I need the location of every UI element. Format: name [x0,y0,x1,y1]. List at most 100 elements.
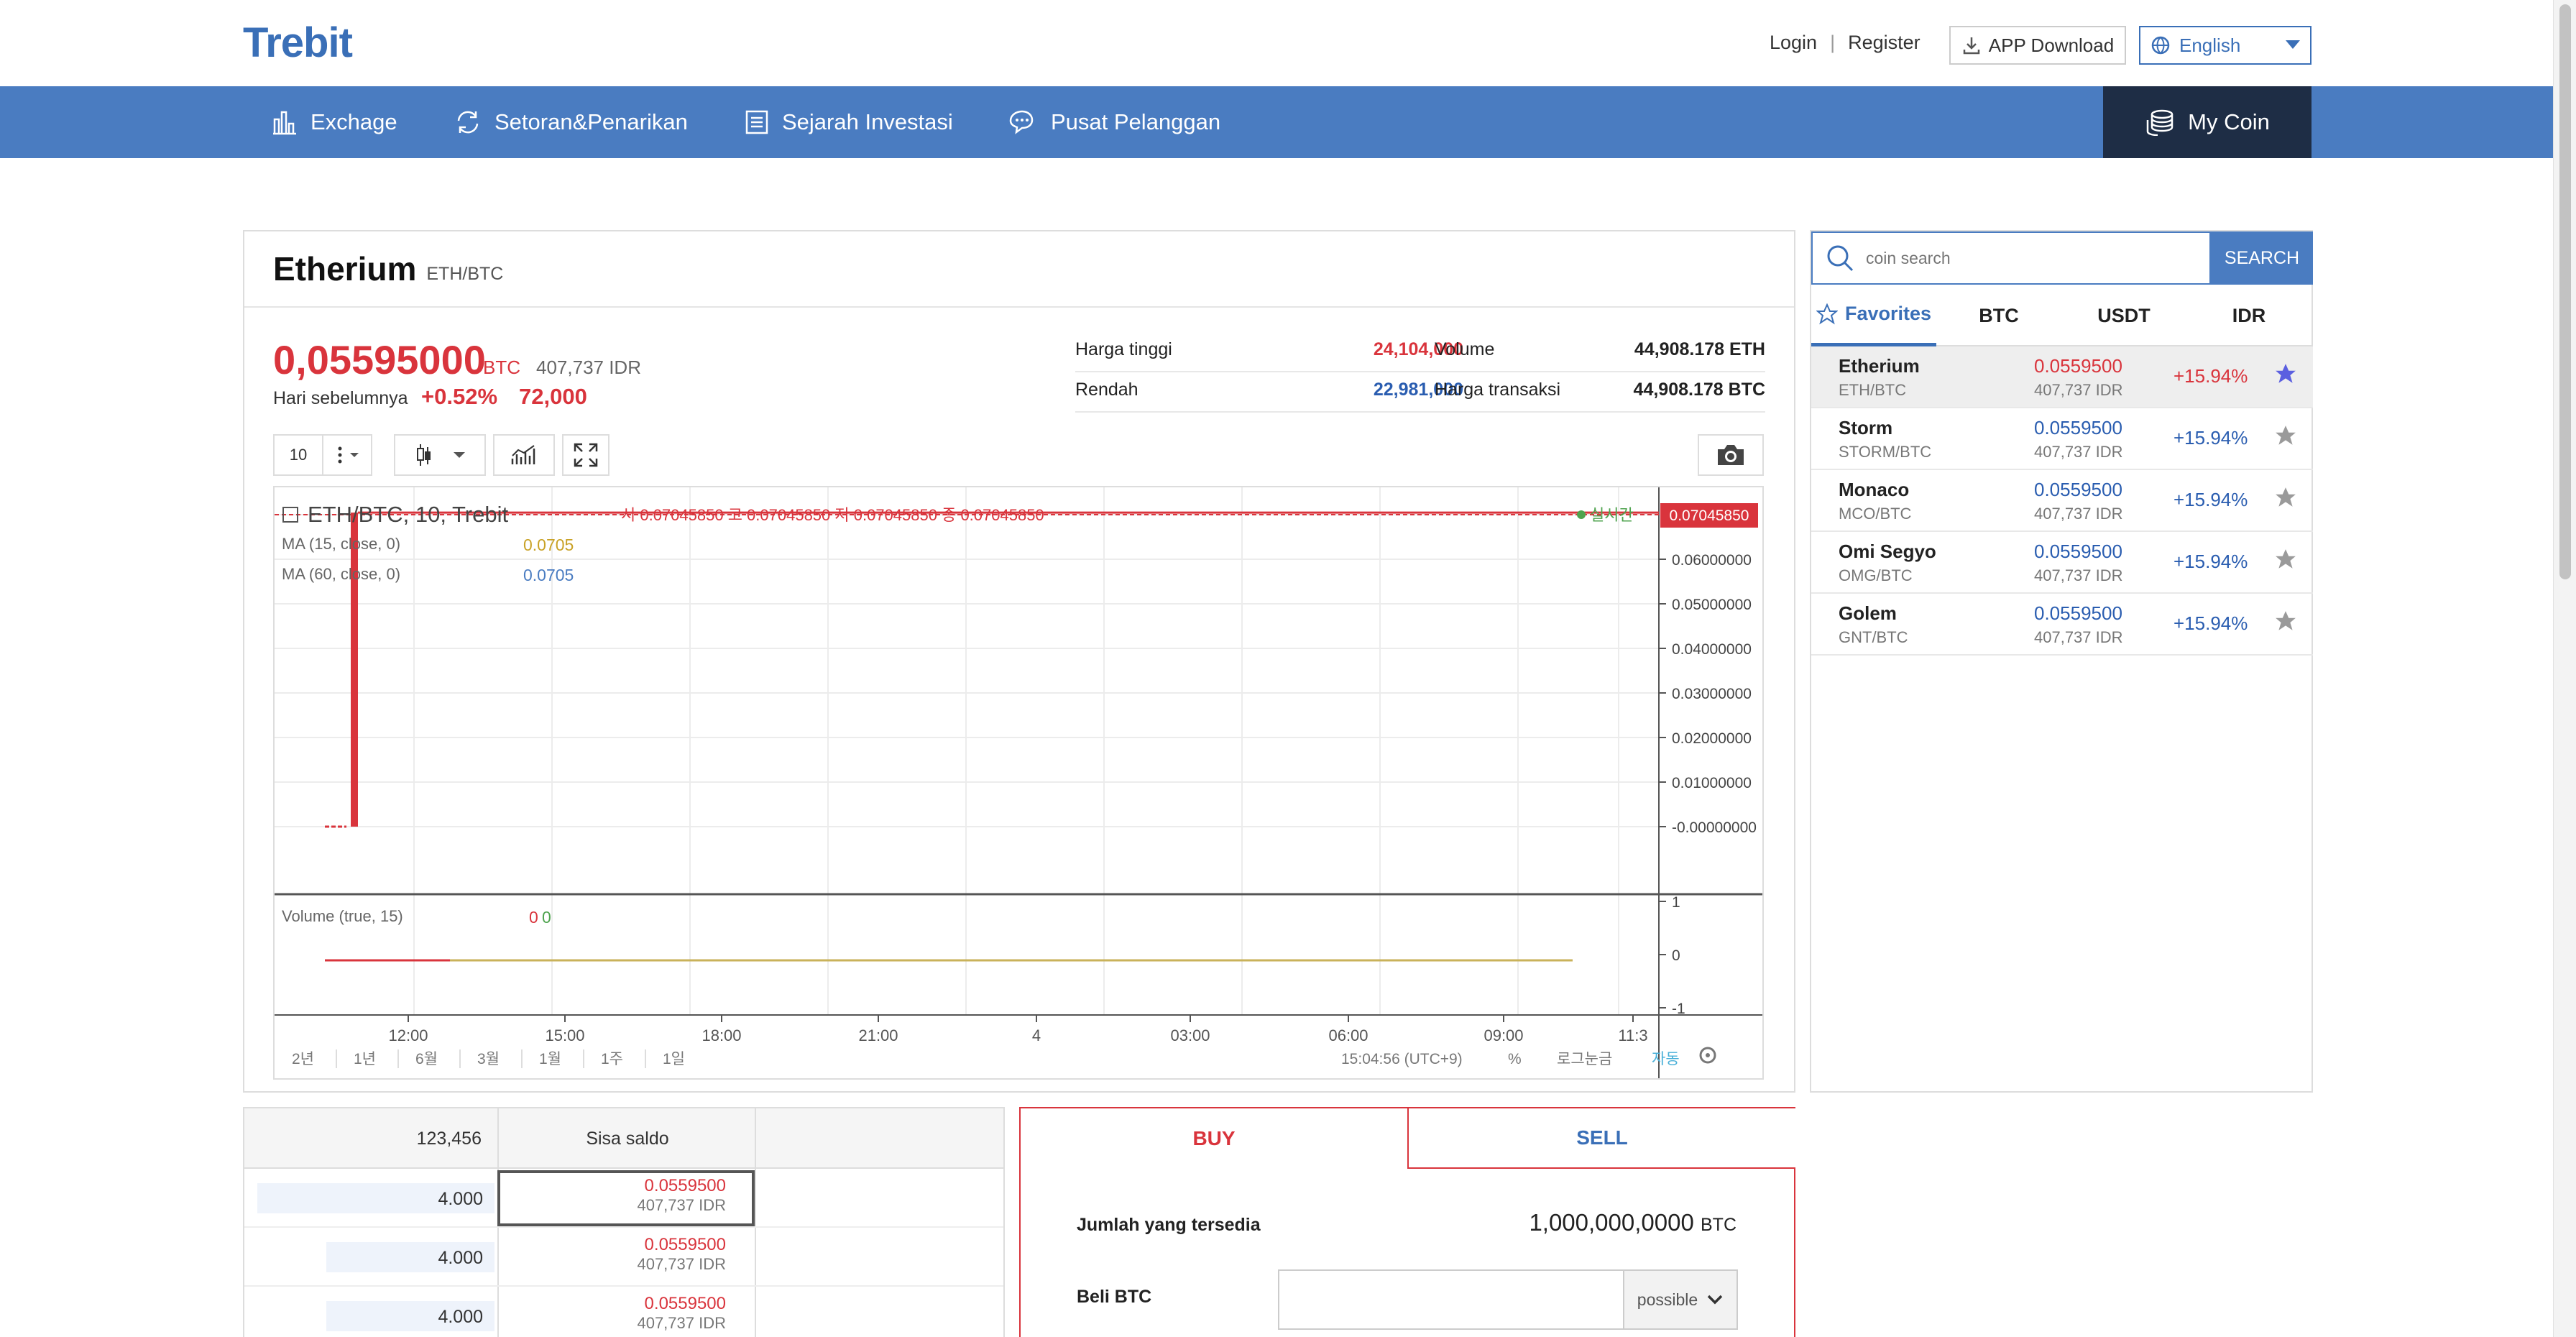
x-tick-label: 06:00 [1328,1026,1368,1044]
interval-menu-button[interactable] [322,434,372,476]
page-scrollbar[interactable] [2553,0,2576,1337]
auto-scale-toggle[interactable]: 자동 [1652,1051,1680,1067]
x-tick-label: 12:00 [388,1026,428,1044]
order-row[interactable]: 4.000 0.0559500 407,737 IDR [244,1228,1003,1287]
favorite-star-icon[interactable] [2274,424,2297,451]
price-chart[interactable]: 0.07045850 0.06000000 0.05000000 0.0400000… [273,486,1764,1080]
favorite-star-icon[interactable] [2274,486,2297,513]
tab-usdt[interactable]: USDT [2061,285,2186,346]
nav-label: Setoran&Penarikan [494,109,688,134]
chat-icon [1009,110,1034,134]
coin-name: Etherium [1839,355,1920,377]
login-link[interactable]: Login [1770,32,1817,54]
order-price: 0.0559500 407,737 IDR [500,1287,742,1333]
range-button[interactable]: 1년 [354,1051,376,1067]
possible-label: possible [1637,1290,1698,1309]
range-button[interactable]: 1주 [601,1051,623,1067]
range-button[interactable]: 6월 [415,1051,438,1067]
buy-amount-label: Beli BTC [1077,1287,1152,1307]
y-tick-label: 0.04000000 [1672,641,1752,658]
coin-idr: 407,737 IDR [2034,566,2123,584]
coin-row[interactable]: Omi Segyo OMG/BTC 0.0559500 407,737 IDR +15.… [1811,532,2313,594]
nav-item-history[interactable]: Sejarah Investasi [745,86,953,158]
coin-price: 0.0559500 [2034,602,2122,624]
nav-item-exchange[interactable]: Exchage [272,86,397,158]
order-row[interactable]: 4.000 0.0559500 407,737 IDR [244,1287,1003,1337]
prev-day-amount: 72,000 [519,384,587,409]
app-download-label: APP Download [1988,34,2115,56]
interval-select[interactable]: 10 [273,434,323,476]
favorite-star-icon[interactable] [2274,548,2297,574]
low-label: Rendah [1075,380,1138,400]
search-box [1811,231,2211,285]
available-value: 1,000,000,0000 BTC [1529,1209,1736,1236]
chart-grid [275,487,1659,1015]
nav-label: Sejarah Investasi [782,109,953,134]
last-price-text: 0.07045850 [1670,507,1749,524]
range-button[interactable]: 2년 [292,1051,314,1067]
coin-idr: 407,737 IDR [2034,628,2123,646]
available-amount: 1,000,000,0000 [1529,1209,1694,1236]
scrollbar-thumb[interactable] [2559,4,2571,579]
buy-tab[interactable]: BUY [1021,1108,1407,1169]
range-button[interactable]: 1월 [539,1051,561,1067]
buy-amount-input[interactable] [1278,1269,1623,1330]
realtime-label: 실시간 [1590,506,1634,524]
range-button[interactable]: 1일 [663,1051,685,1067]
coin-row[interactable]: Golem GNT/BTC 0.0559500 407,737 IDR +15.94% [1811,594,2313,656]
order-book: 123,456 Sisa saldo 4.000 0.0559500 407,737… [243,1107,1005,1337]
globe-icon [2151,36,2170,55]
log-scale-toggle[interactable]: 로그눈금 [1557,1051,1612,1067]
favorite-star-icon[interactable] [2274,362,2297,389]
chart-type-button[interactable] [394,434,486,476]
volume-tick-label: 1 [1672,894,1680,911]
tab-favorites[interactable]: Favorites [1811,285,1936,346]
coin-row[interactable]: Monaco MCO/BTC 0.0559500 407,737 IDR +15.94% [1811,470,2313,532]
search-button[interactable]: SEARCH [2211,231,2313,285]
x-tick-label: 03:00 [1170,1026,1210,1044]
x-tick-label: 15:00 [545,1026,584,1044]
x-tick-label: 11:3 [1618,1026,1647,1044]
range-button[interactable]: 3월 [477,1051,500,1067]
sell-tab[interactable]: SELL [1407,1108,1795,1169]
coin-pair: MCO/BTC [1839,505,1912,523]
logo[interactable]: Trebit [243,19,353,67]
nav-label: Exchage [310,109,397,134]
fullscreen-button[interactable] [562,434,610,476]
coin-price: 0.0559500 [2034,541,2122,562]
order-row[interactable]: 4.000 0.0559500 407,737 IDR [244,1169,1003,1228]
app-download-button[interactable]: APP Download [1949,26,2126,65]
order-price-btc: 0.0559500 [644,1235,726,1254]
x-tick-label: 4 [1032,1026,1041,1044]
language-select[interactable]: English [2139,26,2312,65]
my-coin-button[interactable]: My Coin [2103,86,2312,158]
chevron-down-icon [2286,40,2300,49]
nav-item-deposit[interactable]: Setoran&Penarikan [454,86,688,158]
chart-svg[interactable]: 0.07045850 0.06000000 0.05000000 0.0400000… [275,487,1762,1078]
coin-search-input[interactable] [1866,248,2182,268]
volume-tick-label: -1 [1672,1001,1685,1017]
nav-label: Pusat Pelanggan [1051,109,1221,134]
coin-row[interactable]: Etherium ETH/BTC 0.0559500 407,737 IDR +15.9… [1811,346,2313,408]
ma2-value: 0.0705 [523,566,574,584]
favorite-star-icon[interactable] [2274,610,2297,636]
coin-name: Storm [1839,417,1893,438]
x-tick-label: 21:00 [858,1026,898,1044]
order-price-idr: 407,737 IDR [637,1255,726,1273]
register-link[interactable]: Register [1848,32,1920,54]
tab-idr[interactable]: IDR [2186,285,2312,346]
chart-panel: Etherium ETH/BTC 0,05595000 BTC 407,737 … [243,230,1795,1093]
chart-settings-icon[interactable] [1699,1047,1716,1064]
possible-select[interactable]: possible [1623,1269,1738,1330]
percent-toggle[interactable]: % [1508,1051,1522,1067]
screenshot-button[interactable] [1698,434,1764,476]
nav-item-support[interactable]: Pusat Pelanggan [1008,86,1220,158]
auth-links: Login | Register [1770,32,1920,54]
volume-value-red: 0 [529,908,538,927]
tab-btc[interactable]: BTC [1936,285,2061,346]
coin-pair: OMG/BTC [1839,566,1913,584]
prev-day-label: Hari sebelumnya [273,388,408,408]
coin-row[interactable]: Storm STORM/BTC 0.0559500 407,737 IDR +15.94… [1811,408,2313,470]
indicators-button[interactable] [493,434,555,476]
y-tick-label: 0.03000000 [1672,686,1752,702]
